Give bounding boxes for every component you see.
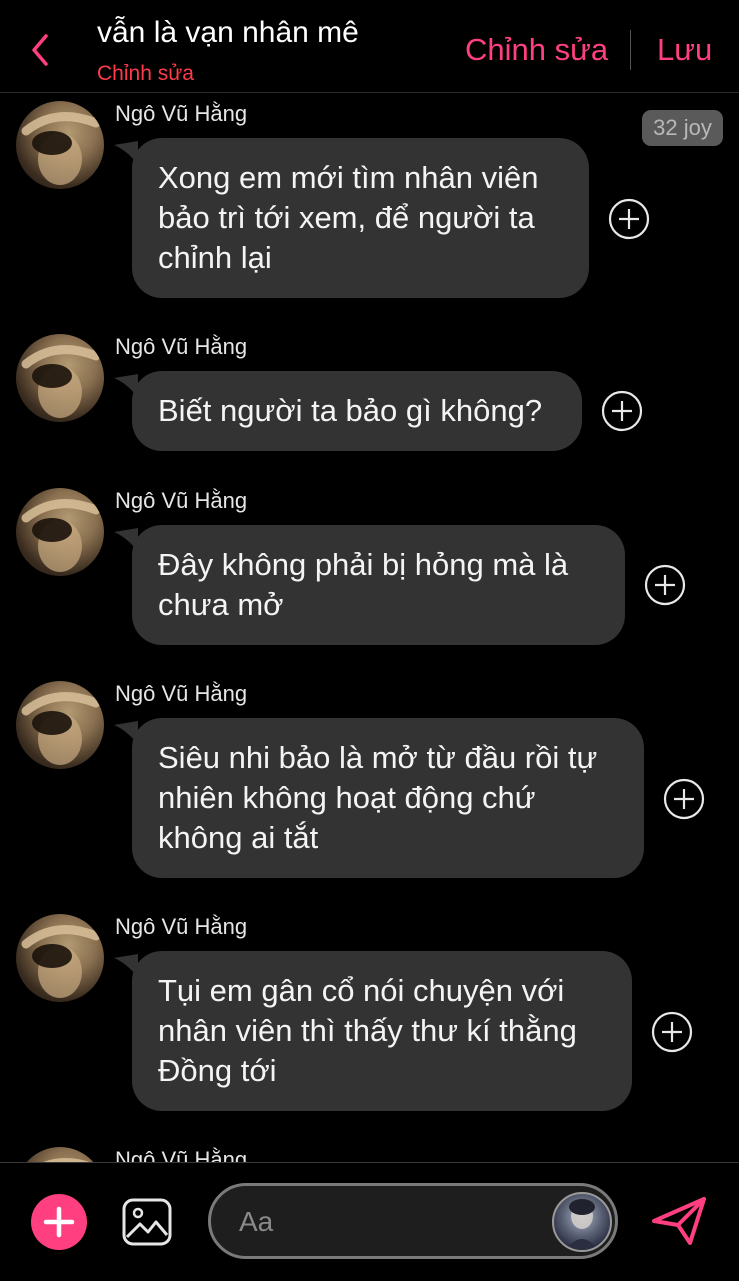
react-button[interactable] <box>644 564 686 606</box>
plus-circle-icon <box>651 1011 693 1053</box>
message-input[interactable] <box>237 1198 541 1246</box>
message-list[interactable]: 32 joy Ngô Vũ Hằng Xong em mới tìm nhân … <box>0 93 739 1162</box>
sender-avatar[interactable] <box>16 1147 104 1162</box>
send-button[interactable] <box>650 1195 708 1247</box>
plus-circle-icon <box>601 390 643 432</box>
joy-count-badge: 32 joy <box>642 110 723 146</box>
back-button[interactable] <box>22 28 62 72</box>
composer-bar <box>0 1162 739 1281</box>
sender-name: Ngô Vũ Hằng <box>115 914 248 939</box>
sender-name: Ngô Vũ Hằng <box>115 101 248 126</box>
chat-header: vẫn là vạn nhân mê Chỉnh sửa Chỉnh sửa L… <box>0 0 739 93</box>
sender-avatar[interactable] <box>16 488 104 576</box>
sender-name: Ngô Vũ Hằng <box>115 334 248 359</box>
plus-circle-icon <box>608 198 650 240</box>
edit-button[interactable]: Chỉnh sửa <box>465 32 608 68</box>
plus-circle-icon <box>644 564 686 606</box>
plus-icon <box>43 1206 75 1238</box>
chat-subtitle[interactable]: Chỉnh sửa <box>97 62 194 86</box>
message-bubble[interactable]: Đây không phải bị hỏng mà là chưa mở <box>132 525 625 645</box>
sender-avatar[interactable] <box>16 101 104 189</box>
chevron-left-icon <box>32 34 48 66</box>
message-bubble[interactable]: Siêu nhi bảo là mở từ đầu rồi tự nhiên k… <box>132 718 644 878</box>
save-button[interactable]: Lưu <box>657 32 712 68</box>
sender-avatar[interactable] <box>16 681 104 769</box>
react-button[interactable] <box>663 778 705 820</box>
sender-name: Ngô Vũ Hằng <box>115 681 248 706</box>
sender-avatar[interactable] <box>16 334 104 422</box>
gallery-button[interactable] <box>121 1197 173 1247</box>
chat-title: vẫn là vạn nhân mê <box>97 16 359 49</box>
react-button[interactable] <box>601 390 643 432</box>
header-divider <box>630 30 631 70</box>
add-button[interactable] <box>31 1194 87 1250</box>
react-button[interactable] <box>651 1011 693 1053</box>
sender-name: Ngô Vũ Hằng <box>115 488 248 513</box>
message-input-field <box>208 1183 618 1259</box>
message-bubble[interactable]: Tụi em gân cổ nói chuyện với nhân viên t… <box>132 951 632 1111</box>
react-button[interactable] <box>608 198 650 240</box>
message-bubble[interactable]: Biết người ta bảo gì không? <box>132 371 582 451</box>
sender-avatar[interactable] <box>16 914 104 1002</box>
image-icon <box>122 1198 172 1246</box>
message-bubble[interactable]: Xong em mới tìm nhân viên bảo trì tới xe… <box>132 138 589 298</box>
plus-circle-icon <box>663 778 705 820</box>
paper-plane-icon <box>652 1197 706 1245</box>
sender-name: Ngô Vũ Hằng <box>115 1147 248 1162</box>
persona-avatar[interactable] <box>552 1192 612 1252</box>
